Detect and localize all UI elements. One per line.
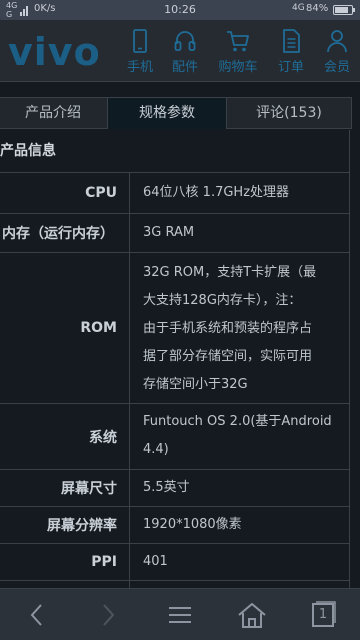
nav-accessories[interactable]: 配件: [163, 28, 207, 78]
spec-key: 屏幕分辨率: [0, 507, 130, 543]
spec-value-line: Funtouch OS 2.0(基于Android: [143, 414, 332, 429]
spec-row-resolution: 屏幕分辨率 1920*1080像素: [0, 507, 350, 544]
spec-key: 内存（运行内存）: [0, 214, 130, 252]
back-icon: [30, 604, 42, 626]
battery-percent: 84%: [306, 3, 329, 14]
spec-value-line: 大支持128G内存卡），注：: [143, 293, 302, 308]
spec-value-line: 401: [143, 554, 168, 569]
nav-cart[interactable]: 购物车: [216, 28, 260, 78]
spec-value: 64位八核 1.7GHz处理器: [143, 173, 343, 207]
tab-reviews[interactable]: 评论(153): [226, 97, 352, 129]
spec-value-line: 4.4): [143, 442, 169, 457]
spec-value: Funtouch OS 2.0(基于Android 4.4): [143, 404, 343, 464]
nav-orders[interactable]: 订单: [269, 28, 313, 78]
menu-icon: [169, 607, 191, 623]
spec-value: 5.5英寸: [143, 470, 343, 502]
forward-button[interactable]: [90, 599, 126, 631]
tab-product-intro[interactable]: 产品介绍: [0, 97, 108, 129]
spec-value: 1920*1080像素: [143, 507, 343, 539]
document-icon: [283, 29, 300, 53]
home-button[interactable]: [234, 599, 270, 631]
nav-orders-label: 订单: [277, 60, 304, 75]
forward-icon: [103, 604, 115, 626]
nav-cart-label: 购物车: [218, 60, 258, 75]
user-icon: [327, 30, 347, 53]
spec-value: 401: [143, 544, 343, 576]
spec-value-line: 据了部分存储空间，实际可用: [143, 349, 313, 364]
nav-phone[interactable]: 手机: [118, 28, 162, 78]
spec-row-os: 系统 Funtouch OS 2.0(基于Android 4.4): [0, 404, 350, 470]
spec-key: 屏幕尺寸: [0, 470, 130, 506]
network-type: 4G: [292, 3, 305, 13]
spec-value-line: 1920*1080像素: [143, 517, 242, 532]
spec-row-cpu: CPU 64位八核 1.7GHz处理器: [0, 173, 350, 214]
spec-row-rom: ROM 32G ROM，支持T卡扩展（最 大支持128G内存卡），注： 由于手机…: [0, 253, 350, 404]
battery-icon: [333, 5, 355, 15]
product-tabs: 产品介绍 规格参数 评论(153): [0, 97, 360, 129]
browser-toolbar: 1: [0, 588, 360, 640]
battery-fill: [335, 7, 348, 13]
spec-value-line: 存储空间小于32G: [143, 377, 248, 392]
spec-value-line: 32G ROM，支持T卡扩展（最: [143, 265, 317, 280]
nav-member-label: 会员: [323, 60, 350, 75]
cart-icon: [227, 31, 249, 52]
spec-key: 系统: [0, 404, 130, 469]
phone-icon: [133, 29, 147, 53]
spec-row-ppi: PPI 401: [0, 544, 350, 581]
tab-specifications[interactable]: 规格参数: [107, 97, 227, 129]
spec-key: CPU: [0, 173, 130, 213]
tabs-button[interactable]: 1: [305, 599, 341, 631]
headphones-icon: [174, 31, 196, 51]
back-button[interactable]: [20, 599, 56, 631]
spec-value-line: 64位八核 1.7GHz处理器: [143, 185, 290, 200]
spec-key: ROM: [0, 253, 130, 403]
nav-accessories-label: 配件: [171, 60, 198, 75]
spec-value: 32G ROM，支持T卡扩展（最 大支持128G内存卡），注： 由于手机系统和预…: [143, 253, 343, 399]
spec-row-ram: 内存（运行内存） 3G RAM: [0, 214, 350, 253]
site-header: vivo 手机 配件 购物车 订单 会员: [0, 20, 360, 82]
nav-phone-label: 手机: [126, 60, 153, 75]
nav-member[interactable]: 会员: [315, 28, 359, 78]
home-icon: [238, 603, 266, 628]
menu-button[interactable]: [162, 599, 198, 631]
spec-row-screen-size: 屏幕尺寸 5.5英寸: [0, 470, 350, 507]
spec-value-line: 由于手机系统和预装的程序占: [143, 321, 313, 336]
spec-key: PPI: [0, 544, 130, 580]
section-title: 产品信息: [0, 130, 350, 173]
spec-value-line: 3G RAM: [143, 225, 195, 240]
spec-value-line: 5.5英寸: [143, 480, 190, 495]
status-bar: 4G G 0K/s 10:26 4G 84%: [0, 0, 360, 20]
spec-value: 3G RAM: [143, 214, 343, 247]
tab-count: 1: [318, 607, 328, 622]
vivo-logo[interactable]: vivo: [8, 32, 101, 72]
